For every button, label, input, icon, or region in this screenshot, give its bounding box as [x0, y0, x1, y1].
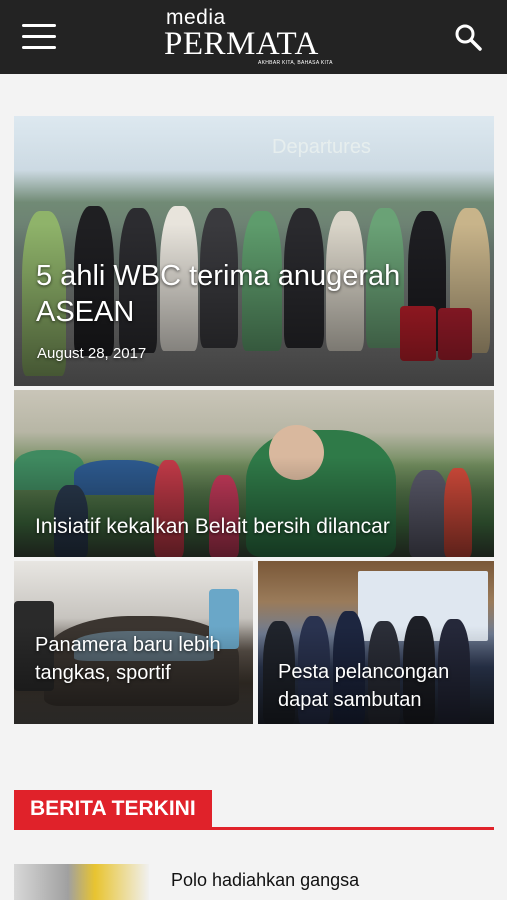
story-title: Panamera baru lebih tangkas, sportif — [35, 634, 221, 684]
top-app-bar: media PERMATA AKHBAR KITA, BAHASA KITA — [0, 0, 507, 74]
section-title: BERITA TERKINI — [14, 790, 212, 827]
featured-story-main[interactable]: Departures 5 ahli WBC terima anugerah AS… — [14, 116, 494, 386]
menu-icon[interactable] — [22, 24, 56, 50]
section-divider — [14, 827, 494, 830]
story-title: Pesta pelancongan dapat sambutan — [278, 661, 450, 711]
site-logo[interactable]: media PERMATA AKHBAR KITA, BAHASA KITA — [160, 6, 340, 68]
featured-story-4[interactable]: Pesta pelancongan dapat sambutan — [258, 561, 494, 724]
news-title: Polo hadiahkan gangsa — [171, 870, 360, 890]
search-icon[interactable] — [453, 22, 483, 52]
featured-story-3[interactable]: Panamera baru lebih tangkas, sportif — [14, 561, 253, 724]
logo-tagline: AKHBAR KITA, BAHASA KITA — [258, 60, 333, 66]
story-date: August 28, 2017 — [37, 345, 147, 362]
news-thumbnail — [14, 864, 149, 900]
logo-main-text: PERMATA — [164, 26, 319, 62]
story-title: 5 ahli WBC terima anugerah ASEAN — [36, 260, 401, 328]
list-item[interactable]: Polo hadiahkan gangsa — [14, 864, 494, 900]
departures-sign: Departures — [272, 136, 371, 158]
story-title: Inisiatif kekalkan Belait bersih dilanca… — [35, 515, 390, 538]
featured-story-2[interactable]: Inisiatif kekalkan Belait bersih dilanca… — [14, 390, 494, 557]
latest-news-header: BERITA TERKINI — [14, 790, 494, 830]
